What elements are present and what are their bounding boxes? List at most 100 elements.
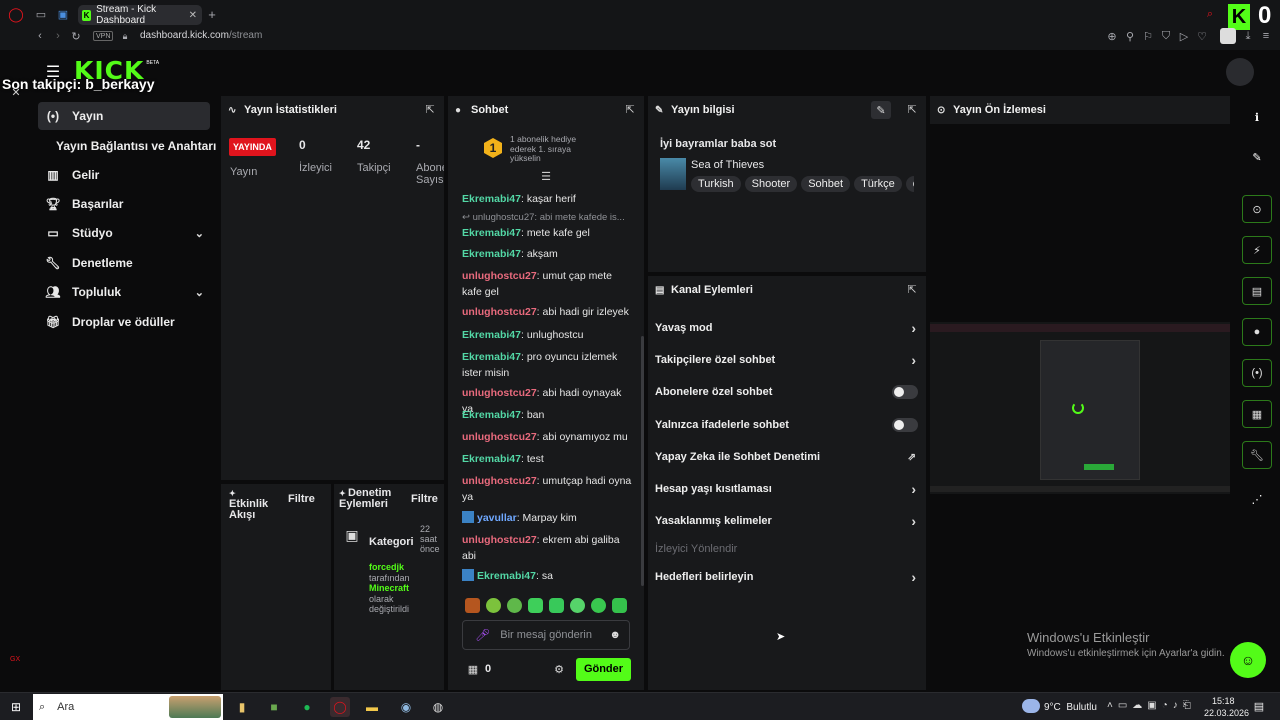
chat-username[interactable]: Ekremabi47 <box>477 570 536 582</box>
chat-message[interactable]: unlughostcu27: umutçap hadi oyna ya <box>462 473 632 505</box>
chat-message[interactable]: Ekremabi47: ban <box>462 407 632 423</box>
chat-message[interactable]: Ekremabi47: akşam <box>462 246 632 262</box>
forward-icon[interactable]: › <box>52 30 64 42</box>
expand-icon[interactable]: ⇱ <box>906 283 918 296</box>
sidebar-item-droplar[interactable]: 🎁︎ Droplar ve ödüller <box>38 308 210 336</box>
tag[interactable]: Türkçe <box>854 176 902 192</box>
chat-message[interactable]: unlughostcu27: umut çap mete kafe gel <box>462 268 632 300</box>
sidebar-item-stream-key[interactable]: Yayın Bağlantısı ve Anahtarı <box>38 132 218 160</box>
emote-only-toggle[interactable] <box>892 418 918 432</box>
chat-username[interactable]: unlughostcu27 <box>462 387 537 399</box>
points-icon[interactable]: ▦ <box>466 662 480 676</box>
extension-icon[interactable] <box>1220 28 1236 44</box>
chat-username[interactable]: unlughostcu27 <box>462 270 537 282</box>
emote-icon[interactable] <box>612 598 627 613</box>
chat-message[interactable]: Ekremabi47: kaşar herif <box>462 191 632 207</box>
pinned-tab-icon[interactable]: ▣ <box>56 7 70 21</box>
chat-scrollbar[interactable] <box>641 336 644 586</box>
emote-icon[interactable] <box>549 598 564 613</box>
emote-icon[interactable] <box>507 598 522 613</box>
download-icon[interactable]: ⤓ <box>1242 30 1254 42</box>
action-subs-only[interactable]: Abonelere özel sohbet <box>655 381 920 403</box>
avatar[interactable] <box>1226 58 1254 86</box>
sidebar-item-yayin[interactable]: (•) Yayın <box>38 102 210 130</box>
notification-icon[interactable]: ▤ <box>1252 699 1266 713</box>
chat-toggle-button[interactable]: ● <box>1242 318 1272 346</box>
edit-button[interactable]: ✎ <box>871 101 891 119</box>
mod-filter-button[interactable]: Filtre <box>411 493 438 505</box>
chat-username[interactable]: unlughostcu27 <box>462 475 537 487</box>
chat-message[interactable]: unlughostcu27: abi hadi gir izleyek <box>462 304 632 320</box>
info-toggle-button[interactable]: ▤ <box>1242 277 1272 305</box>
vpn-badge[interactable]: VPN <box>93 31 114 41</box>
chat-input[interactable]: 🎤︎ Bir mesaj gönderin ☻ <box>462 620 630 650</box>
clock-date[interactable]: 22.03.2026 <box>1204 708 1249 718</box>
opera-icon[interactable]: ◯ <box>8 6 24 22</box>
action-followers-only[interactable]: Takipçilere özel sohbet › <box>655 349 920 371</box>
expand-icon[interactable]: ⇱ <box>906 103 918 116</box>
chat-username[interactable]: Ekremabi47 <box>462 248 521 260</box>
action-emote-only[interactable]: Yalnızca ifadelerle sohbet <box>655 414 920 436</box>
reply-preview[interactable]: ↩ unlughostcu27: abi mete kafede is... <box>462 210 632 226</box>
back-icon[interactable]: ‹ <box>34 30 46 42</box>
opera-gx-icon[interactable]: ◯ <box>330 697 350 717</box>
subs-only-toggle[interactable] <box>892 385 918 399</box>
sidebar-item-studyo[interactable]: ▭ Stüdyo ⌄ <box>38 219 210 247</box>
pin-icon[interactable]: ⚲ <box>1124 30 1136 43</box>
emote-icon[interactable] <box>528 598 543 613</box>
chat-message[interactable]: Ekremabi47: test <box>462 451 632 467</box>
tab-overview-icon[interactable]: ▭ <box>34 7 48 21</box>
support-chat-button[interactable]: ☺ <box>1230 642 1266 678</box>
close-tab-icon[interactable]: ✕ <box>189 10 197 21</box>
preview-toggle-button[interactable]: ⊙ <box>1242 195 1272 223</box>
send-button[interactable]: Gönder <box>576 658 631 681</box>
obs-icon[interactable]: ◍ <box>428 697 448 717</box>
expand-icon[interactable]: ⇱ <box>624 103 636 116</box>
game-name[interactable]: Sea of Thieves <box>691 159 764 171</box>
sidebar-item-gelir[interactable]: ▥ Gelir <box>38 161 210 189</box>
address-bar[interactable]: dashboard.kick.com/stream <box>140 30 262 41</box>
mod-toggle-button[interactable]: 🔧︎ <box>1242 441 1272 469</box>
tray-icons[interactable]: ˄▭☁▣◔♪⎗ <box>1107 700 1196 711</box>
chat-message[interactable]: Ekremabi47: mete kafe gel <box>462 225 632 241</box>
chat-username[interactable]: Ekremabi47 <box>462 409 521 421</box>
tag[interactable]: c <box>905 176 914 192</box>
chat-username[interactable]: yavullar <box>477 512 517 524</box>
settings-icon[interactable]: ⚙ <box>552 662 566 676</box>
action-goals[interactable]: Hedefleri belirleyin › <box>655 566 920 588</box>
chat-message[interactable]: unlughostcu27: abi oynamıyoz mu <box>462 429 632 445</box>
chat-username[interactable]: Ekremabi47 <box>462 227 521 239</box>
sidebar-item-basarilar[interactable]: 🏆︎ Başarılar <box>38 190 210 218</box>
clock-time[interactable]: 15:18 <box>1212 696 1235 706</box>
chat-username[interactable]: Ekremabi47 <box>462 453 521 465</box>
chat-message[interactable]: Ekremabi47: sa <box>462 568 632 584</box>
chevron-down-icon[interactable]: ⌄ <box>195 286 204 299</box>
quick-actions-button[interactable]: ⚡︎ <box>1242 236 1272 264</box>
share-nodes-icon[interactable]: ⋰ <box>1248 490 1266 508</box>
browser-tab[interactable]: K Stream - Kick Dashboard ✕ <box>78 4 202 26</box>
heart-icon[interactable]: ♡ <box>1196 30 1208 43</box>
tag[interactable]: Turkish <box>691 176 741 192</box>
action-slow-mode[interactable]: Yavaş mod › <box>655 317 920 339</box>
tag[interactable]: Shooter <box>744 176 798 192</box>
sidebar-item-denetleme[interactable]: 🔧︎ Denetleme <box>38 249 210 277</box>
steam-icon[interactable]: ◉ <box>396 697 416 717</box>
file-explorer-icon[interactable]: ▬ <box>362 697 382 717</box>
menu-icon[interactable]: ≡ <box>1260 30 1272 42</box>
emoji-icon[interactable]: ☻ <box>609 629 621 641</box>
spotify-icon[interactable]: ● <box>297 697 317 717</box>
chat-username[interactable]: Ekremabi47 <box>462 329 521 341</box>
action-banned-words[interactable]: Yasaklanmış kelimeler › <box>655 510 920 532</box>
expand-icon[interactable]: ⇱ <box>424 103 436 116</box>
emote-icon[interactable] <box>465 598 480 613</box>
windows-start-icon[interactable]: ⊞ <box>6 697 26 717</box>
weather-text[interactable]: 9°C Bulutlu <box>1044 702 1097 713</box>
sidebar-item-topluluk[interactable]: 👥︎ Topluluk ⌄ <box>38 278 210 306</box>
preview-video[interactable] <box>930 322 1230 494</box>
close-overlay-icon[interactable]: ✕ <box>10 86 22 99</box>
chat-username[interactable]: unlughostcu27 <box>462 306 537 318</box>
search-icon[interactable]: ⌕ <box>1204 8 1216 20</box>
emote-icon[interactable] <box>486 598 501 613</box>
emote-icon[interactable] <box>591 598 606 613</box>
reload-icon[interactable]: ↻ <box>70 30 82 43</box>
